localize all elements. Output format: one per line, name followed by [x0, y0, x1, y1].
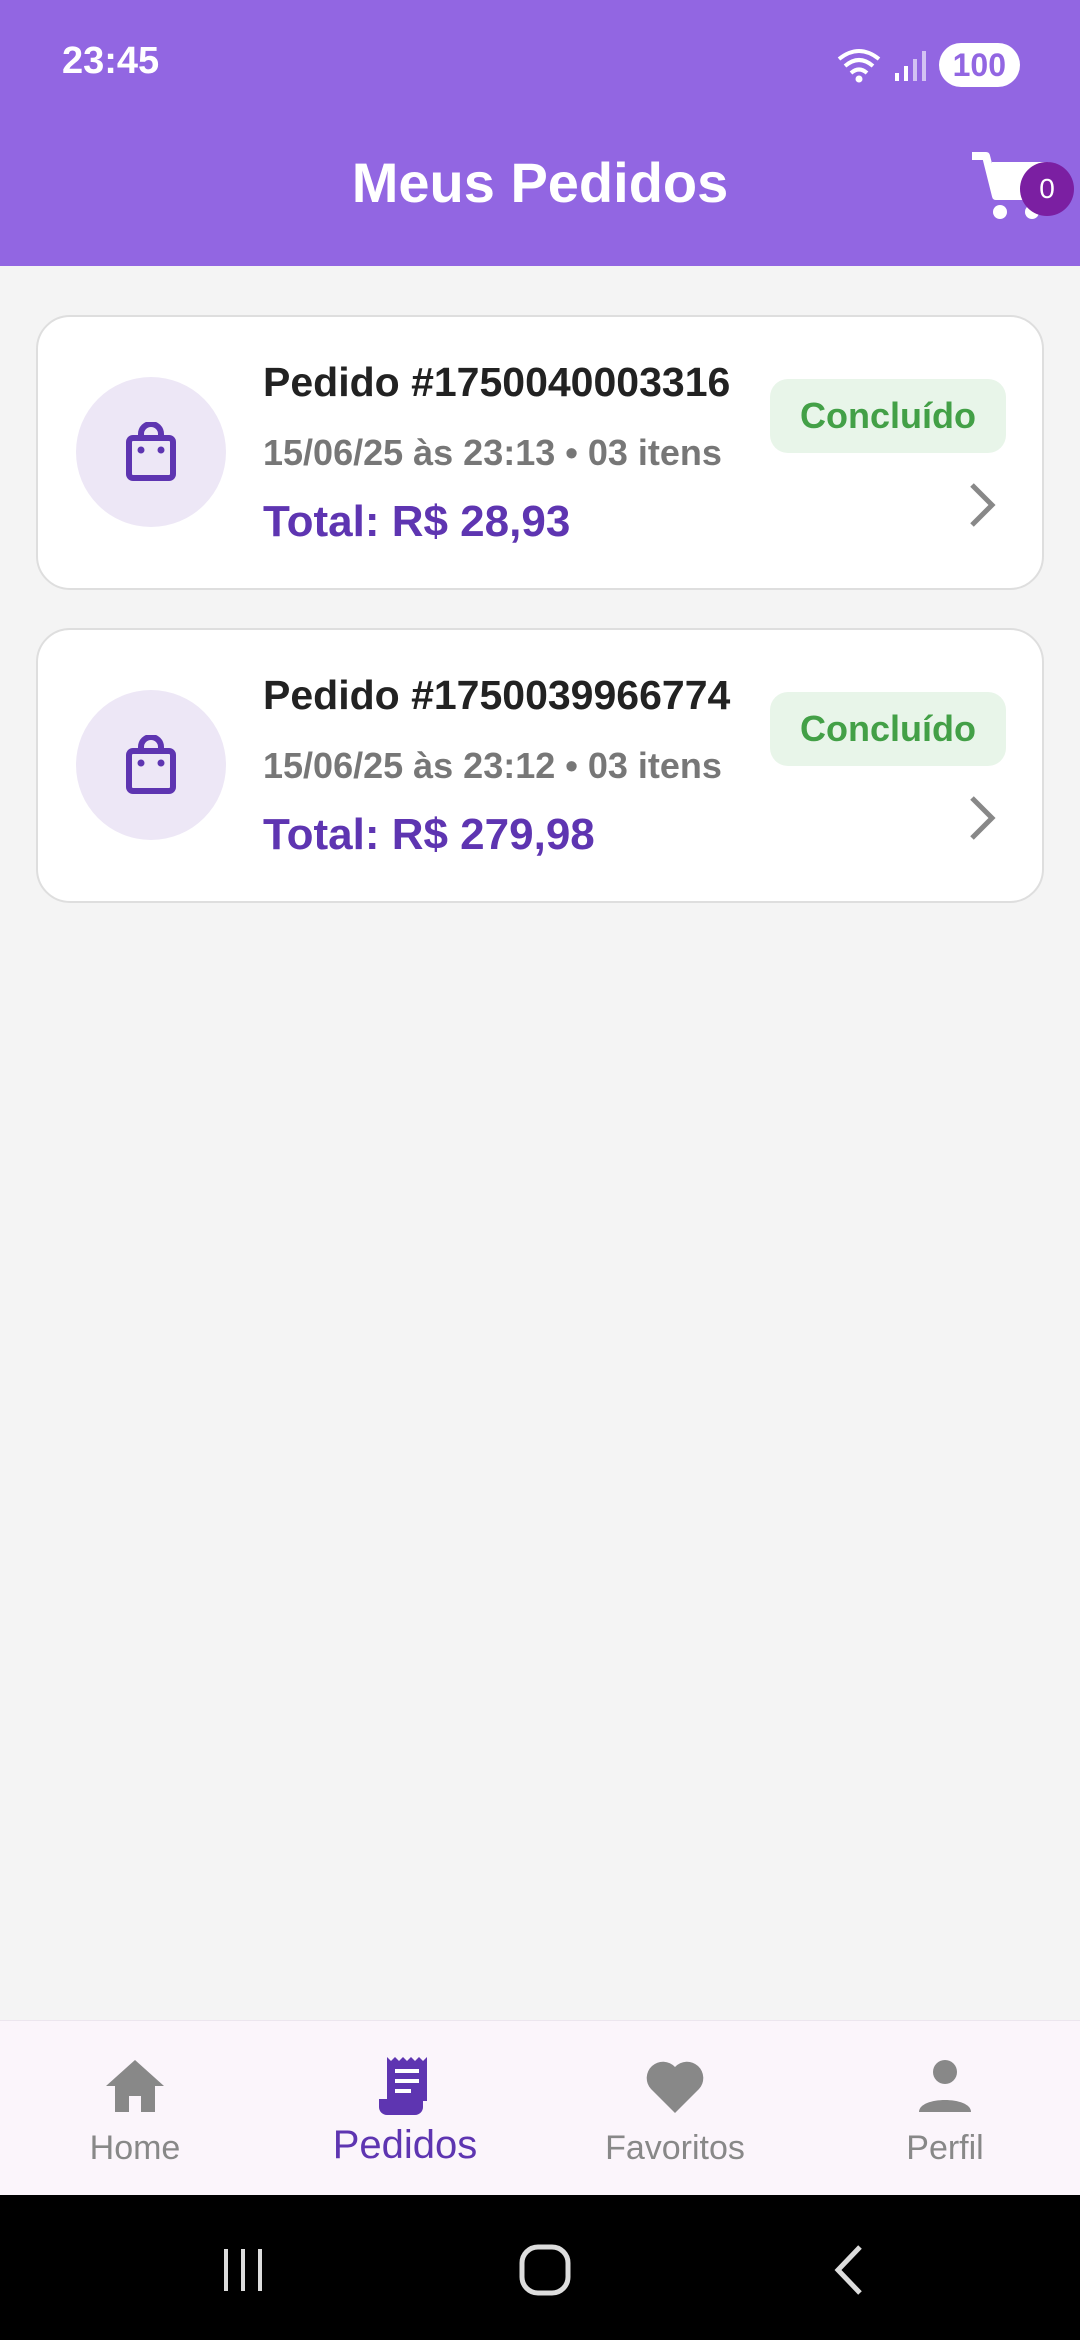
- order-total: Total: R$ 28,93: [263, 497, 571, 546]
- nav-item-favoritos[interactable]: Favoritos: [540, 2021, 810, 2196]
- battery-indicator: 100: [938, 43, 1020, 87]
- signal-icon: [894, 51, 926, 81]
- shopping-bag-icon: [126, 422, 176, 481]
- order-number: Pedido #1750039966774: [263, 672, 731, 718]
- page-title: Meus Pedidos: [351, 151, 729, 214]
- receipt-icon: [379, 2057, 427, 2115]
- home-circle-icon: [519, 2244, 571, 2296]
- chevron-right-icon[interactable]: [962, 477, 1002, 533]
- status-time: 23:45: [62, 40, 160, 82]
- order-icon-container: [76, 377, 226, 527]
- home-system-button[interactable]: [505, 2235, 585, 2305]
- nav-item-home[interactable]: Home: [0, 2021, 270, 2196]
- order-number: Pedido #1750040003316: [263, 359, 731, 405]
- wifi-icon: [837, 49, 880, 83]
- status-badge: Concluído: [770, 692, 1006, 766]
- nav-label-home: Home: [89, 2129, 181, 2167]
- status-badge: Concluído: [770, 379, 1006, 453]
- heart-icon: [646, 2061, 704, 2113]
- nav-label-pedidos: Pedidos: [332, 2123, 478, 2167]
- app-bar: 23:45 100 Meus Pedidos 0: [0, 0, 1080, 266]
- cart-count-badge: 0: [1020, 162, 1074, 216]
- order-date-items: 15/06/25 às 23:13 • 03 itens: [263, 432, 722, 473]
- recent-apps-icon: [224, 2249, 262, 2291]
- nav-item-pedidos[interactable]: Pedidos: [270, 2021, 540, 2196]
- order-card[interactable]: Pedido #1750039966774 15/06/25 às 23:12 …: [36, 628, 1044, 903]
- order-card[interactable]: Pedido #1750040003316 15/06/25 às 23:13 …: [36, 315, 1044, 590]
- status-icons: 100: [835, 40, 1020, 90]
- recent-apps-button[interactable]: [203, 2235, 283, 2305]
- back-system-button[interactable]: [808, 2235, 888, 2305]
- order-total: Total: R$ 279,98: [263, 810, 595, 859]
- orders-list: Pedido #1750040003316 15/06/25 às 23:13 …: [36, 315, 1044, 941]
- back-icon: [834, 2245, 862, 2295]
- shopping-bag-icon: [126, 735, 176, 794]
- chevron-right-icon[interactable]: [962, 790, 1002, 846]
- nav-label-perfil: Perfil: [906, 2129, 984, 2167]
- home-icon: [106, 2060, 164, 2112]
- nav-item-perfil[interactable]: Perfil: [810, 2021, 1080, 2196]
- nav-label-favoritos: Favoritos: [605, 2129, 745, 2167]
- bottom-navigation: Home Pedidos Favoritos Perfil: [0, 2020, 1080, 2195]
- order-icon-container: [76, 690, 226, 840]
- order-date-items: 15/06/25 às 23:12 • 03 itens: [263, 745, 722, 786]
- person-icon: [919, 2060, 971, 2112]
- system-navigation-bar: [0, 2195, 1080, 2340]
